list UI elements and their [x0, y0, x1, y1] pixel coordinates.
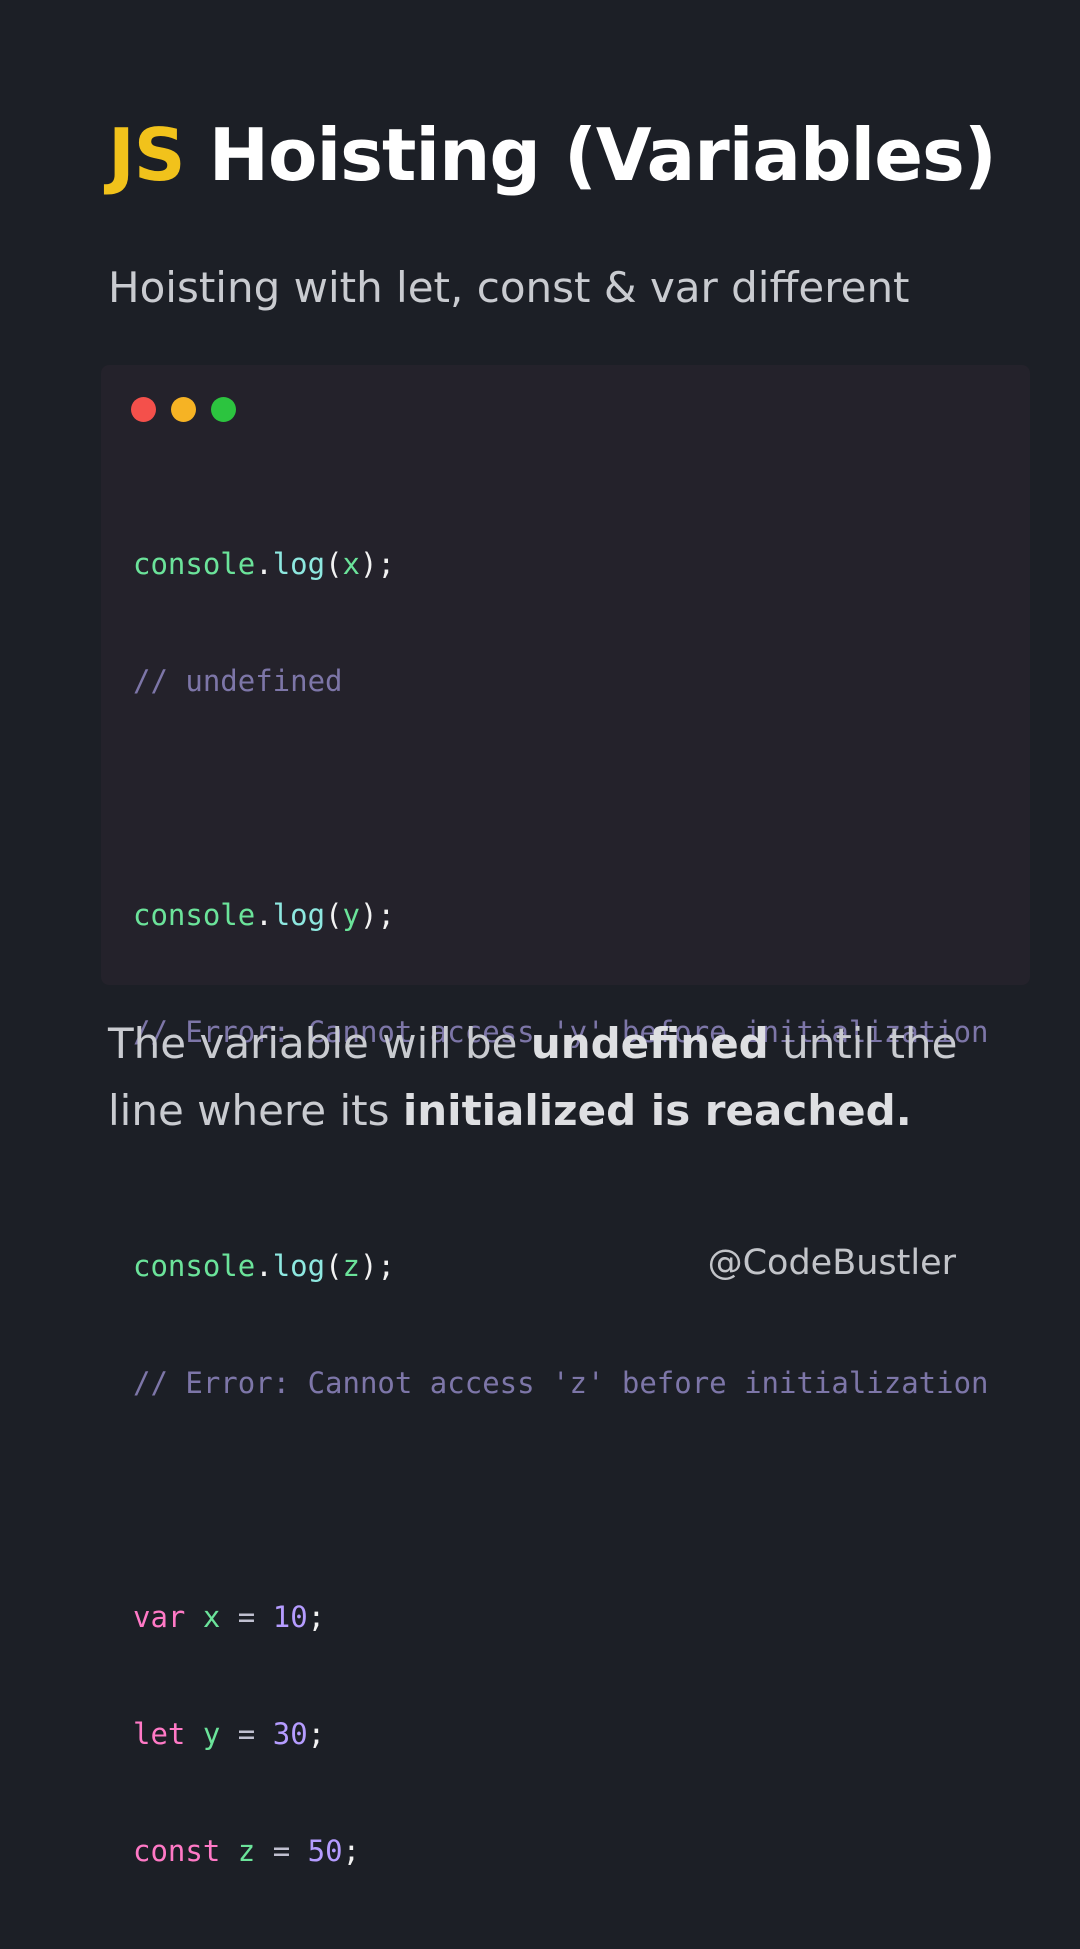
code-token-paren: ); [360, 547, 395, 581]
minimize-dot-icon [171, 397, 196, 422]
explanation-text: The variable will be undefined until the… [108, 1010, 1008, 1144]
code-token-arg: z [342, 1249, 361, 1283]
code-token-number: 10 [272, 1600, 308, 1634]
title-text: Hoisting (Variables) [208, 113, 997, 197]
code-token-number: 30 [272, 1717, 308, 1751]
code-token-method: log [272, 898, 326, 932]
code-token-identifier: y [202, 1717, 221, 1751]
code-token-operator: = [272, 1834, 291, 1868]
explanation-emphasis: initialized is reached. [402, 1086, 912, 1135]
maximize-dot-icon [211, 397, 236, 422]
code-comment-line: // undefined [133, 662, 989, 701]
code-comment: // Error: Cannot access 'z' before initi… [133, 1366, 989, 1400]
code-declaration-line: var x = 10; [133, 1598, 989, 1637]
author-handle: @CodeBustler [707, 1243, 956, 1283]
explanation-part: The variable will be [108, 1019, 531, 1068]
code-token-identifier: x [202, 1600, 221, 1634]
code-token-object: console [133, 1249, 256, 1283]
close-dot-icon [131, 397, 156, 422]
code-token-arg: x [342, 547, 361, 581]
code-token-dot: . [255, 547, 273, 581]
explanation-emphasis: undefined [530, 1019, 769, 1068]
code-token-dot: . [255, 898, 273, 932]
code-token-operator: = [237, 1717, 256, 1751]
code-window: console.log(x); // undefined console.log… [101, 365, 1030, 1868]
page-title: JS Hoisting (Variables) [108, 110, 997, 200]
code-token-identifier: z [237, 1834, 256, 1868]
code-token-keyword: var [133, 1600, 186, 1634]
code-line: console.log(x); [133, 545, 989, 584]
code-token-paren: ( [325, 547, 343, 581]
code-token-paren: ); [360, 1249, 395, 1283]
subtitle: Hoisting with let, const & var different [108, 263, 910, 312]
code-token-semicolon: ; [307, 1600, 326, 1634]
code-token-method: log [272, 1249, 326, 1283]
code-token-semicolon: ; [307, 1717, 326, 1751]
code-token-keyword: let [133, 1717, 186, 1751]
code-line: console.log(y); [133, 896, 989, 935]
code-token-arg: y [342, 898, 361, 932]
code-comment-line: // Error: Cannot access 'z' before initi… [133, 1364, 989, 1403]
code-token-object: console [133, 547, 256, 581]
code-comment: // undefined [133, 664, 343, 698]
code-token-paren: ( [325, 1249, 343, 1283]
code-token-paren: ( [325, 898, 343, 932]
window-controls [131, 397, 236, 422]
code-token-operator: = [237, 1600, 256, 1634]
code-token-dot: . [255, 1249, 273, 1283]
code-token-keyword: const [133, 1834, 221, 1868]
code-token-number: 50 [307, 1834, 343, 1868]
code-token-method: log [272, 547, 326, 581]
code-token-semicolon: ; [342, 1834, 361, 1868]
code-token-paren: ); [360, 898, 395, 932]
code-token-object: console [133, 898, 256, 932]
code-declaration-line: const z = 50; [133, 1832, 989, 1871]
code-block: console.log(x); // undefined console.log… [133, 467, 989, 1949]
title-accent: JS [108, 113, 186, 197]
code-declaration-line: let y = 30; [133, 1715, 989, 1754]
